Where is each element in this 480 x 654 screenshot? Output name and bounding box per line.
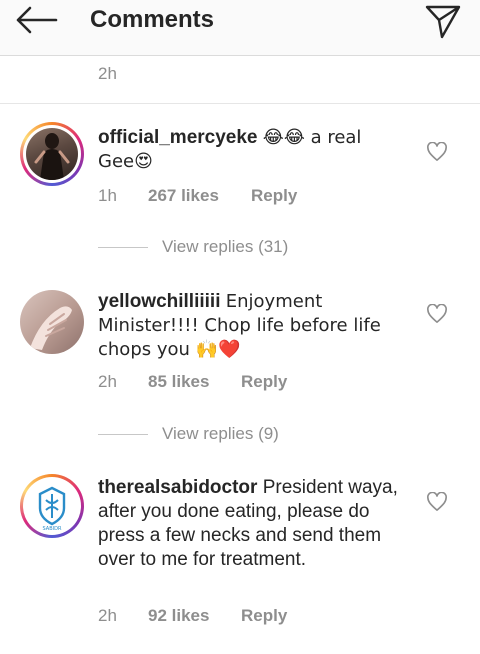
comment-text: yellowchilliiiii Enjoyment Minister!!!! … xyxy=(98,290,398,362)
comment-username[interactable]: yellowchilliiiii xyxy=(98,291,220,312)
comment-meta: 1h 267 likes Reply xyxy=(98,186,398,208)
comment-meta: 2h 92 likes Reply xyxy=(98,606,398,628)
page-title: Comments xyxy=(90,6,215,33)
view-replies-label: View replies (31) xyxy=(162,237,289,256)
comment-time: 2h xyxy=(98,64,117,83)
person-silhouette-icon xyxy=(34,133,70,180)
previous-comment-tail: 2h xyxy=(0,56,480,104)
send-direct-icon[interactable] xyxy=(424,2,462,40)
comment-item: SABIDR therealsabidoctor President waya,… xyxy=(0,466,480,654)
avatar[interactable] xyxy=(20,290,84,354)
heart-icon[interactable] xyxy=(426,304,448,324)
avatar[interactable] xyxy=(20,122,84,186)
comment-time: 2h xyxy=(98,606,117,625)
reply-button[interactable]: Reply xyxy=(251,186,297,206)
replies-divider xyxy=(98,247,148,248)
comment-text: therealsabidoctor President waya, after … xyxy=(98,476,398,572)
comment-username[interactable]: official_mercyeke xyxy=(98,127,258,148)
avatar[interactable]: SABIDR xyxy=(20,474,84,538)
comment-meta: 2h 85 likes Reply xyxy=(98,372,398,394)
heart-icon[interactable] xyxy=(426,142,448,162)
svg-text:SABIDR: SABIDR xyxy=(43,526,62,532)
comment-item: official_mercyeke 😂😂 a real Gee😍 1h 267 … xyxy=(0,104,480,294)
sabidoctor-logo-icon: SABIDR xyxy=(38,486,66,532)
hand-photo-icon xyxy=(30,306,72,350)
likes-count[interactable]: 85 likes xyxy=(148,372,209,392)
comment-item: yellowchilliiiii Enjoyment Minister!!!! … xyxy=(0,280,480,470)
comment-time: 1h xyxy=(98,186,117,205)
comment-username[interactable]: therealsabidoctor xyxy=(98,477,257,498)
reply-button[interactable]: Reply xyxy=(241,606,287,626)
comment-text: official_mercyeke 😂😂 a real Gee😍 xyxy=(98,126,398,174)
view-replies-button[interactable]: View replies (9) xyxy=(98,424,318,444)
likes-count[interactable]: 267 likes xyxy=(148,186,219,206)
view-replies-button[interactable]: View replies (31) xyxy=(98,237,318,257)
comment-time: 2h xyxy=(98,372,117,391)
heart-icon[interactable] xyxy=(426,492,448,512)
view-replies-label: View replies (9) xyxy=(162,424,279,443)
reply-button[interactable]: Reply xyxy=(241,372,287,392)
replies-divider xyxy=(98,434,148,435)
back-arrow-icon[interactable] xyxy=(14,4,58,36)
header-bar: Comments xyxy=(0,0,480,56)
likes-count[interactable]: 92 likes xyxy=(148,606,209,626)
